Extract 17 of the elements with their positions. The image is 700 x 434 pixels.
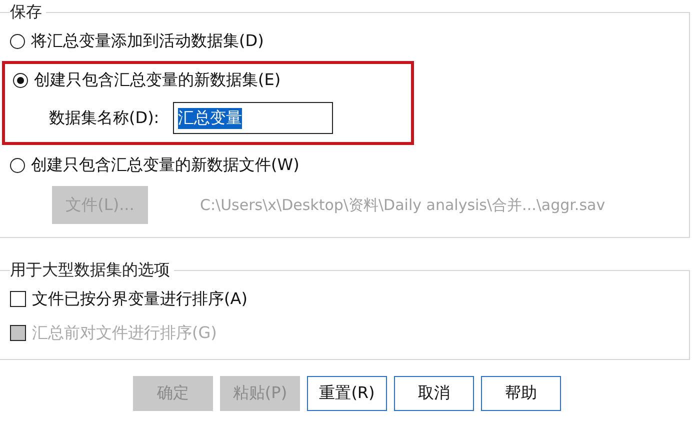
- dataset-name-field[interactable]: 汇总变量: [173, 102, 334, 134]
- checkbox-label: 文件已按分界变量进行排序(A): [32, 288, 248, 310]
- radio-label: 创建只包含汇总变量的新数据文件(W): [31, 154, 300, 176]
- radio-label: 创建只包含汇总变量的新数据集(E): [34, 70, 281, 90]
- checkbox-label: 汇总前对文件进行排序(G): [32, 322, 217, 344]
- radio-button[interactable]: [10, 34, 25, 48]
- dialog-button[interactable]: 取消: [394, 376, 474, 411]
- radio-button[interactable]: [10, 158, 25, 172]
- group-title: 用于大型数据集的选项: [10, 260, 171, 281]
- field-label: 数据集名称(D):: [49, 108, 160, 128]
- dialog-button[interactable]: 帮助: [481, 376, 561, 411]
- group-title: 保存: [10, 2, 43, 23]
- radio-button[interactable]: [13, 72, 28, 88]
- radio-label: 将汇总变量添加到活动数据集(D): [31, 30, 264, 52]
- file-path: C:\Users\x\Desktop\资料\Daily analysis\合并...\aggr.sav: [200, 196, 606, 214]
- dialog-button[interactable]: 重置(R): [307, 376, 387, 411]
- checkbox[interactable]: [10, 291, 26, 307]
